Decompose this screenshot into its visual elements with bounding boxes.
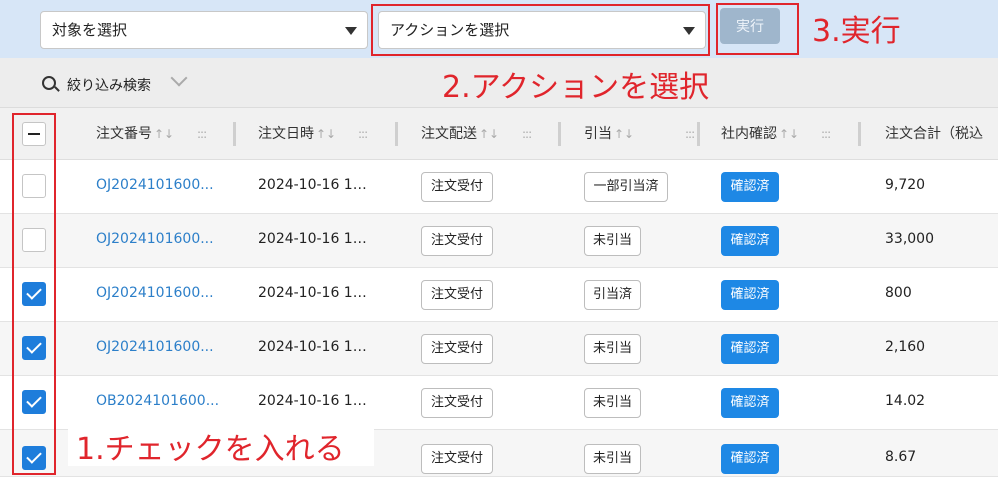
- order-total: 8.67: [885, 449, 917, 465]
- order-total: 14.02: [885, 393, 926, 409]
- filter-label: 絞り込み検索: [67, 78, 151, 94]
- table-row[interactable]: OJ2024101600... 2024-10-16 1… 注文受付 一部引当済…: [0, 160, 998, 214]
- column-resize-handle[interactable]: [395, 122, 398, 146]
- shipping-status-tag: 注文受付: [421, 444, 493, 474]
- column-resize-handle[interactable]: [233, 122, 236, 146]
- allocation-status-tag: 一部引当済: [584, 172, 668, 202]
- confirm-status-badge: 確認済: [721, 226, 779, 256]
- order-number-link[interactable]: OB2024101600...: [96, 393, 219, 409]
- allocation-status-tag: 未引当: [584, 334, 641, 364]
- order-date: 2024-10-16 1…: [258, 231, 367, 247]
- chevron-down-icon[interactable]: [170, 69, 188, 87]
- column-menu-icon[interactable]: :::: [522, 108, 532, 160]
- column-header-order-total[interactable]: 注文合計（税込: [885, 108, 983, 160]
- order-total: 2,160: [885, 339, 926, 355]
- annotation-step1: 1.チェックを入れる: [76, 432, 345, 467]
- shipping-status-tag: 注文受付: [421, 388, 493, 418]
- allocation-status-tag: 未引当: [584, 444, 641, 474]
- column-header-order-date[interactable]: 注文日時 ↑↓: [258, 108, 336, 160]
- caret-down-icon: [345, 27, 357, 35]
- column-menu-icon[interactable]: :::: [197, 108, 207, 160]
- confirm-status-badge: 確認済: [721, 280, 779, 310]
- confirm-status-badge: 確認済: [721, 388, 779, 418]
- column-resize-handle[interactable]: [558, 122, 561, 146]
- table-header: 注文番号 ↑↓ ::: 注文日時 ↑↓ ::: 注文配送 ↑↓ ::: 引当 ↑↓ ::…: [0, 108, 998, 160]
- sort-icon: ↑↓: [154, 127, 175, 141]
- column-menu-icon[interactable]: :::: [685, 108, 695, 160]
- column-header-internal-confirm[interactable]: 社内確認 ↑↓: [721, 108, 799, 160]
- column-resize-handle[interactable]: [858, 122, 861, 146]
- sort-icon: ↑↓: [614, 127, 635, 141]
- sort-icon: ↑↓: [316, 127, 337, 141]
- annotation-step3: 3.実行: [812, 14, 901, 49]
- order-list-screen: 対象を選択 アクションを選択 実行 絞り込み検索 注文番号 ↑↓ ::: 注文日時…: [0, 0, 998, 477]
- column-header-shipping[interactable]: 注文配送 ↑↓: [421, 108, 499, 160]
- column-resize-handle[interactable]: [697, 122, 700, 146]
- allocation-status-tag: 未引当: [584, 226, 641, 256]
- column-header-order-no[interactable]: 注文番号 ↑↓: [96, 108, 174, 160]
- order-number-link[interactable]: OJ2024101600...: [96, 177, 214, 193]
- column-menu-icon[interactable]: :::: [821, 108, 831, 160]
- order-number-link[interactable]: OJ2024101600...: [96, 285, 214, 301]
- target-select[interactable]: 対象を選択: [40, 11, 368, 49]
- table-row[interactable]: OJ2024101600... 2024-10-16 1… 注文受付 未引当 確…: [0, 214, 998, 268]
- column-header-allocation[interactable]: 引当 ↑↓: [584, 108, 634, 160]
- order-date: 2024-10-16 1…: [258, 339, 367, 355]
- shipping-status-tag: 注文受付: [421, 334, 493, 364]
- sort-icon: ↑↓: [779, 127, 800, 141]
- annotation-checkbox-highlight: [12, 113, 56, 475]
- order-date: 2024-10-16 1…: [258, 177, 367, 193]
- target-select-value: 対象を選択: [52, 21, 128, 39]
- allocation-status-tag: 未引当: [584, 388, 641, 418]
- order-total: 9,720: [885, 177, 926, 193]
- table-row[interactable]: OJ2024101600... 2024-10-16 1… 注文受付 未引当 確…: [0, 322, 998, 376]
- search-icon: [42, 76, 56, 90]
- annotation-action-highlight: [371, 4, 710, 56]
- confirm-status-badge: 確認済: [721, 444, 779, 474]
- order-date: 2024-10-16 1…: [258, 393, 367, 409]
- order-total: 33,000: [885, 231, 934, 247]
- order-number-link[interactable]: OJ2024101600...: [96, 231, 214, 247]
- table-row[interactable]: OJ2024101600... 2024-10-16 1… 注文受付 引当済 確…: [0, 268, 998, 322]
- annotation-execute-highlight: [716, 3, 799, 55]
- order-number-link[interactable]: OJ2024101600...: [96, 339, 214, 355]
- allocation-status-tag: 引当済: [584, 280, 641, 310]
- annotation-step2: 2.アクションを選択: [442, 70, 710, 105]
- column-menu-icon[interactable]: :::: [358, 108, 368, 160]
- order-date: 2024-10-16 1…: [258, 285, 367, 301]
- confirm-status-badge: 確認済: [721, 334, 779, 364]
- shipping-status-tag: 注文受付: [421, 226, 493, 256]
- shipping-status-tag: 注文受付: [421, 172, 493, 202]
- order-total: 800: [885, 285, 912, 301]
- confirm-status-badge: 確認済: [721, 172, 779, 202]
- sort-icon: ↑↓: [479, 127, 500, 141]
- shipping-status-tag: 注文受付: [421, 280, 493, 310]
